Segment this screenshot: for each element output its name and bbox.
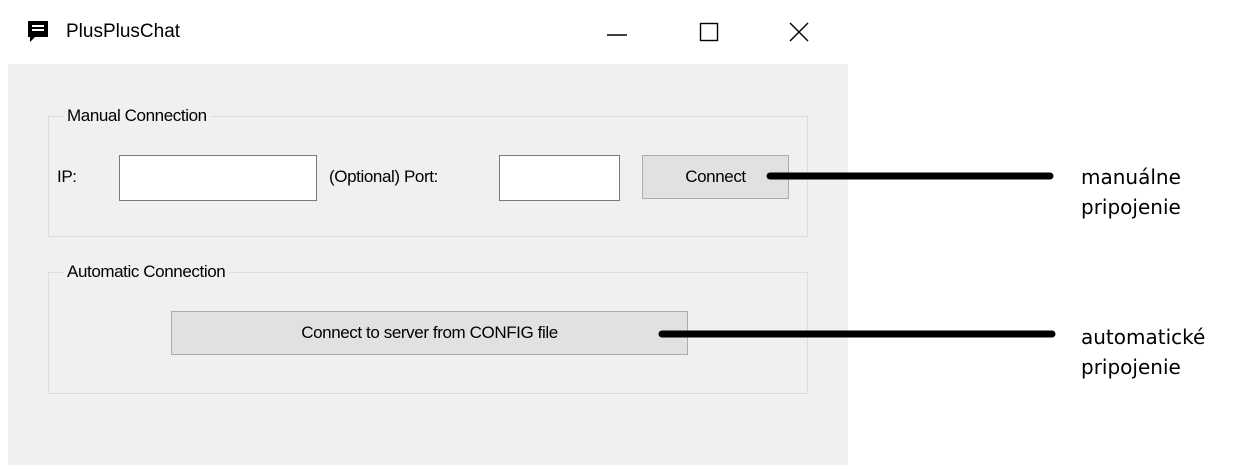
connect-button[interactable]: Connect: [642, 155, 789, 199]
annotation-line: pripojenie: [1081, 195, 1181, 219]
annotation-line: manuálne: [1081, 165, 1181, 189]
close-icon: [789, 22, 809, 42]
port-label: (Optional) Port:: [329, 167, 438, 186]
close-button[interactable]: [776, 10, 822, 54]
annotation-line: pripojenie: [1081, 355, 1181, 379]
ip-input[interactable]: [119, 155, 317, 201]
window-client-area: Manual Connection IP: (Optional) Port: C…: [8, 64, 848, 465]
title-bar: PlusPlusChat: [0, 0, 850, 64]
manual-connection-legend: Manual Connection: [63, 106, 211, 126]
minimize-icon: [607, 34, 627, 36]
automatic-connection-legend: Automatic Connection: [63, 262, 230, 282]
annotation-line: automatické: [1081, 325, 1206, 349]
maximize-icon: [699, 22, 719, 42]
window-title: PlusPlusChat: [66, 21, 181, 42]
automatic-connection-annotation: automatické pripojenie: [1081, 322, 1205, 382]
maximize-button[interactable]: [686, 10, 732, 54]
chat-bubble-icon: [28, 21, 48, 42]
manual-connection-group: Manual Connection IP: (Optional) Port: C…: [48, 106, 808, 237]
manual-connection-annotation: manuálne pripojenie: [1081, 162, 1181, 222]
ip-label: IP:: [57, 167, 77, 186]
minimize-button[interactable]: [594, 10, 640, 54]
port-input[interactable]: [499, 155, 620, 201]
connect-from-config-button[interactable]: Connect to server from CONFIG file: [171, 311, 688, 355]
automatic-connection-group: Automatic Connection Connect to server f…: [48, 262, 808, 394]
